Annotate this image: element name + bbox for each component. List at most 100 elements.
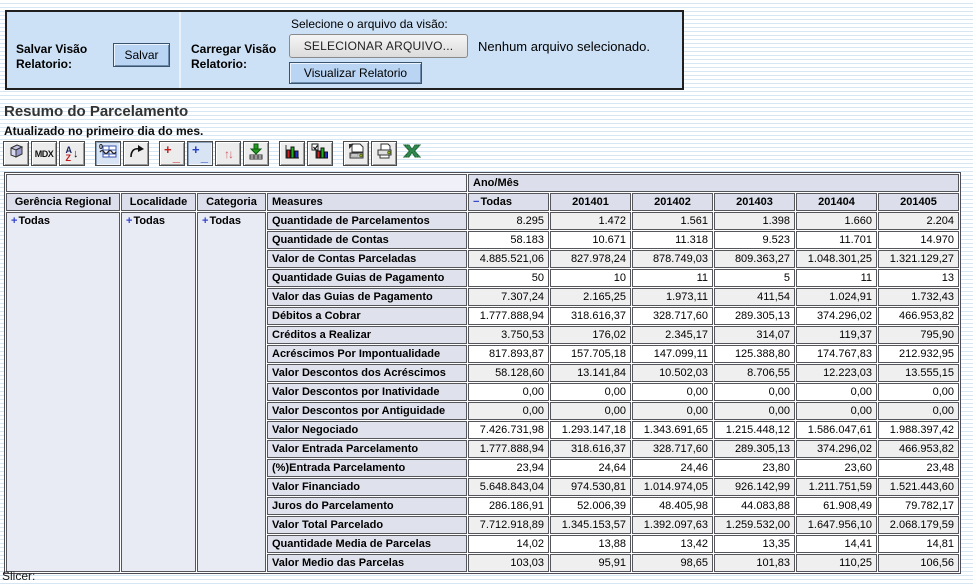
bar-chart-icon: [283, 143, 301, 165]
slicer-label: Slicer:: [2, 569, 35, 583]
column-header-0: −Todas: [468, 193, 549, 211]
value-cell: 7.307,24: [468, 288, 549, 306]
toolbar-group-chart: [279, 141, 335, 166]
sort-button[interactable]: A Z ↓: [59, 141, 85, 166]
value-cell: 827.978,24: [550, 250, 631, 268]
measure-label: Valor de Contas Parceladas: [267, 250, 467, 268]
value-cell: 23,94: [468, 459, 549, 477]
drill-through-button[interactable]: [243, 141, 269, 166]
swap-axes-button[interactable]: [123, 141, 149, 166]
value-cell: 1.521.443,60: [878, 478, 959, 496]
hide-spans-button[interactable]: + _: [159, 141, 185, 166]
measure-label: Quantidade Guias de Pagamento: [267, 269, 467, 287]
mdx-editor-button[interactable]: MDX: [31, 141, 57, 166]
sort-az-icon: A Z ↓: [66, 146, 79, 162]
table-row: +Todas+Todas+TodasQuantidade de Parcelam…: [6, 212, 959, 230]
column-header-5: 201405: [878, 193, 959, 211]
value-cell: 1.014.974,05: [632, 478, 713, 496]
red-plus-minus-icon: + _: [163, 145, 181, 163]
view-report-button[interactable]: Visualizar Relatorio: [289, 62, 422, 84]
excel-icon: [401, 142, 423, 165]
value-cell: 2.204: [878, 212, 959, 230]
expand-icon[interactable]: +: [11, 215, 17, 227]
value-cell: 328.717,60: [632, 440, 713, 458]
expand-icon[interactable]: +: [202, 215, 208, 227]
pivot-corner-cell: [6, 174, 467, 192]
value-cell: 11.318: [632, 231, 713, 249]
value-cell: 13,35: [714, 535, 795, 553]
page-subtitle: Atualizado no primeiro dia do mes.: [4, 124, 203, 138]
value-cell: 2.068.179,59: [878, 516, 959, 534]
value-cell: 4.885.521,06: [468, 250, 549, 268]
value-cell: 58.128,60: [468, 364, 549, 382]
file-row: SELECIONAR ARQUIVO... Nenhum arquivo sel…: [289, 34, 650, 58]
measure-label: Valor Total Parcelado: [267, 516, 467, 534]
value-cell: 13.141,84: [550, 364, 631, 382]
value-cell: 10.671: [550, 231, 631, 249]
pivot-table: Ano/MêsGerência RegionalLocalidadeCatego…: [4, 172, 961, 574]
value-cell: 52.006,39: [550, 497, 631, 515]
value-cell: 174.767,83: [796, 345, 877, 363]
value-cell: 212.932,95: [878, 345, 959, 363]
value-cell: 0,00: [550, 383, 631, 401]
value-cell: 1.211.751,59: [796, 478, 877, 496]
cube-icon: [7, 142, 26, 165]
value-cell: 23,48: [878, 459, 959, 477]
value-cell: 289.305,13: [714, 440, 795, 458]
value-cell: 14.970: [878, 231, 959, 249]
value-cell: 374.296,02: [796, 307, 877, 325]
collapse-icon[interactable]: −: [473, 196, 479, 208]
value-cell: 0,00: [714, 383, 795, 401]
blue-plus-minus-icon: + _: [191, 145, 209, 163]
toolbar-group-navigate: MDX A Z ↓: [3, 141, 87, 166]
value-cell: 119,37: [796, 326, 877, 344]
value-cell: 0,00: [796, 402, 877, 420]
value-cell: 817.893,87: [468, 345, 549, 363]
column-header-label: 201402: [654, 196, 691, 208]
value-cell: 106,56: [878, 554, 959, 572]
page-title: Resumo do Parcelamento: [4, 103, 188, 120]
value-cell: 1.343.691,65: [632, 421, 713, 439]
show-properties-button[interactable]: + _: [187, 141, 213, 166]
value-cell: 61.908,49: [796, 497, 877, 515]
olap-navigator-button[interactable]: [3, 141, 29, 166]
expand-icon[interactable]: +: [126, 215, 132, 227]
measure-label: Valor Descontos por Inatividade: [267, 383, 467, 401]
measure-label: Valor Descontos dos Acréscimos: [267, 364, 467, 382]
value-cell: 0,00: [632, 383, 713, 401]
axis-header-2: Categoria: [197, 193, 266, 211]
value-cell: 103,03: [468, 554, 549, 572]
export-excel-button[interactable]: [399, 141, 425, 166]
print-button[interactable]: [371, 141, 397, 166]
value-cell: 974.530,81: [550, 478, 631, 496]
row-member-cell-1: +Todas: [121, 212, 196, 572]
row-member-cell-2: +Todas: [197, 212, 266, 572]
page: Salvar Visão Relatorio: Salvar Carregar …: [0, 0, 973, 585]
suppress-empty-button[interactable]: ↑↓: [215, 141, 241, 166]
chart-config-button[interactable]: [307, 141, 333, 166]
value-cell: 0,00: [550, 402, 631, 420]
save-button[interactable]: Salvar: [113, 43, 170, 67]
toolbar-group-output: [343, 141, 427, 166]
column-header-label: 201404: [818, 196, 855, 208]
measure-label: Valor Medio das Parcelas: [267, 554, 467, 572]
toolbar-group-axes: 0: [95, 141, 151, 166]
value-cell: 50: [468, 269, 549, 287]
up-down-arrows-icon: ↑↓: [224, 147, 232, 161]
column-header-label: 201403: [736, 196, 773, 208]
value-cell: 374.296,02: [796, 440, 877, 458]
member-label: Todas: [133, 215, 165, 227]
column-header-label: 201401: [572, 196, 609, 208]
print-config-button[interactable]: [343, 141, 369, 166]
show-chart-button[interactable]: [279, 141, 305, 166]
value-cell: 12.223,03: [796, 364, 877, 382]
show-parent-members-button[interactable]: 0: [95, 141, 121, 166]
value-cell: 1.215.448,12: [714, 421, 795, 439]
value-cell: 7.712.918,89: [468, 516, 549, 534]
value-cell: 79.782,17: [878, 497, 959, 515]
value-cell: 101,83: [714, 554, 795, 572]
value-cell: 10.502,03: [632, 364, 713, 382]
value-cell: 328.717,60: [632, 307, 713, 325]
column-header-3: 201403: [714, 193, 795, 211]
select-file-button[interactable]: SELECIONAR ARQUIVO...: [289, 34, 468, 58]
